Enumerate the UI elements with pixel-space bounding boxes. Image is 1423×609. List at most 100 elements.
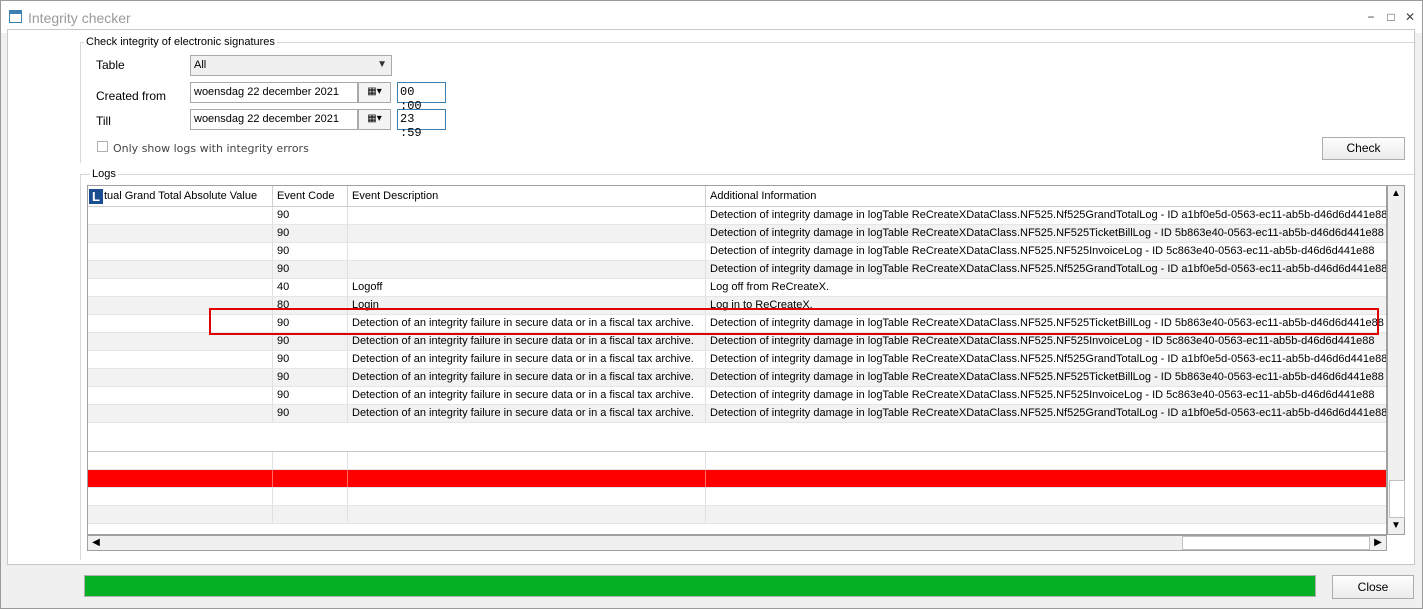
close-button[interactable]: Close	[1332, 575, 1414, 599]
till-label: Till	[96, 114, 111, 128]
empty-cell	[88, 452, 273, 469]
scroll-left-arrow-icon[interactable]: ◀	[88, 536, 104, 550]
table-select-value: All	[194, 59, 207, 71]
cell-desc	[348, 207, 706, 224]
cell-code: 90	[273, 387, 348, 404]
criteria-group-label: Check integrity of electronic signatures	[84, 36, 277, 48]
empty-cell	[273, 470, 348, 487]
only-errors-label: Only show logs with integrity errors	[113, 142, 309, 155]
column-header-value-label: tual Grand Total Absolute Value	[104, 190, 258, 202]
empty-cell	[706, 470, 1386, 487]
column-header-value[interactable]: Ltual Grand Total Absolute Value	[88, 186, 273, 206]
created-from-calendar-button[interactable]: ▦▾	[358, 82, 391, 103]
created-from-time-field[interactable]: 00 :00	[397, 82, 446, 113]
table-row[interactable]: 90 Detection of an integrity failure in s…	[88, 405, 1387, 423]
maximize-button[interactable]: □	[1383, 9, 1399, 25]
cell-code: 90	[273, 261, 348, 278]
highlighted-row-outline	[209, 308, 1379, 335]
vertical-scroll-thumb[interactable]	[1389, 480, 1405, 518]
empty-cell	[273, 452, 348, 469]
minimize-button[interactable]: −	[1363, 9, 1379, 25]
cell-desc: Detection of an integrity failure in sec…	[348, 333, 706, 350]
empty-row[interactable]	[88, 452, 1386, 470]
table-row[interactable]: 90 Detection of integrity damage in logTa…	[88, 243, 1386, 261]
cell-code: 90	[273, 243, 348, 260]
empty-cell	[273, 488, 348, 505]
cell-info: Detection of integrity damage in logTabl…	[710, 335, 1375, 347]
column-header-event-description[interactable]: Event Description	[348, 186, 706, 206]
cell-desc: Detection of an integrity failure in sec…	[348, 405, 706, 422]
horizontal-scroll-thumb[interactable]	[1182, 536, 1370, 550]
table-row[interactable]: 90 Detection of an integrity failure in s…	[88, 333, 1386, 351]
cell-info: Detection of integrity damage in logTabl…	[710, 389, 1375, 401]
empty-cell	[348, 452, 706, 469]
table-row[interactable]: 90 Detection of an integrity failure in s…	[88, 351, 1387, 369]
table-row[interactable]: 90 Detection of an integrity failure in s…	[88, 369, 1386, 387]
cell-code: 90	[273, 225, 348, 242]
empty-cell	[706, 452, 1386, 469]
cell-value	[88, 369, 273, 386]
till-date-field[interactable]: woensdag 22 december 2021	[190, 109, 358, 130]
till-calendar-button[interactable]: ▦▾	[358, 109, 391, 130]
table-section-divider	[88, 451, 1386, 452]
empty-cell	[273, 506, 348, 523]
empty-cell	[706, 506, 1386, 523]
table-row[interactable]: 90 Detection of integrity damage in logTa…	[88, 225, 1386, 243]
vertical-scrollbar[interactable]: ▲ ▼	[1387, 185, 1405, 535]
cell-info: Detection of integrity damage in logTabl…	[710, 245, 1375, 257]
cell-info: Detection of integrity damage in logTabl…	[710, 227, 1384, 239]
chevron-down-icon: ▼	[377, 59, 387, 70]
created-from-date-field[interactable]: woensdag 22 december 2021	[190, 82, 358, 103]
cell-desc: Detection of an integrity failure in sec…	[348, 387, 706, 404]
created-from-label: Created from	[96, 89, 167, 103]
table-row[interactable]: 90 Detection of integrity damage in logTa…	[88, 261, 1386, 279]
scroll-down-arrow-icon[interactable]: ▼	[1388, 519, 1404, 533]
cell-value	[88, 279, 273, 296]
layout-badge-icon[interactable]: L	[89, 188, 103, 204]
logs-table[interactable]: Ltual Grand Total Absolute Value Event C…	[87, 185, 1387, 535]
cell-desc: Detection of an integrity failure in sec…	[348, 351, 706, 368]
cell-desc: Logoff	[348, 279, 706, 296]
table-row[interactable]: 90 Detection of an integrity failure in s…	[88, 387, 1386, 405]
column-header-additional-information[interactable]: Additional Information	[706, 186, 1386, 206]
cell-value	[88, 225, 273, 242]
empty-row[interactable]	[88, 488, 1386, 506]
scroll-up-arrow-icon[interactable]: ▲	[1388, 187, 1404, 201]
only-errors-checkbox[interactable]	[97, 141, 108, 152]
cell-desc	[348, 225, 706, 242]
table-row[interactable]: 40 Logoff Log off from ReCreateX.	[88, 279, 1386, 297]
cell-info: Detection of integrity damage in logTabl…	[710, 407, 1387, 419]
progress-bar	[84, 575, 1316, 597]
close-window-button[interactable]: ✕	[1402, 9, 1418, 25]
cell-code: 40	[273, 279, 348, 296]
till-time-field[interactable]: 23 :59	[397, 109, 446, 140]
table-select[interactable]: All ▼	[190, 55, 392, 76]
table-label: Table	[96, 58, 125, 72]
empty-cell	[88, 488, 273, 505]
cell-code: 90	[273, 351, 348, 368]
cell-value	[88, 243, 273, 260]
empty-cell	[348, 506, 706, 523]
cell-code: 90	[273, 207, 348, 224]
cell-info: Detection of integrity damage in logTabl…	[710, 353, 1387, 365]
cell-value	[88, 351, 273, 368]
empty-cell	[88, 506, 273, 523]
window-title: Integrity checker	[28, 10, 131, 26]
cell-desc	[348, 261, 706, 278]
table-header: Ltual Grand Total Absolute Value Event C…	[88, 186, 1386, 207]
horizontal-scrollbar[interactable]: ◀ ▶	[87, 535, 1387, 551]
column-header-event-code[interactable]: Event Code	[273, 186, 348, 206]
calendar-icon: ▦▾	[367, 113, 382, 124]
cell-value	[88, 387, 273, 404]
table-row[interactable]: 90 Detection of integrity damage in logTa…	[88, 207, 1386, 225]
empty-row[interactable]	[88, 506, 1386, 524]
empty-cell	[348, 470, 706, 487]
check-button[interactable]: Check	[1322, 137, 1405, 160]
cell-value	[88, 207, 273, 224]
cell-value	[88, 405, 273, 422]
cell-desc: Detection of an integrity failure in sec…	[348, 369, 706, 386]
integrity-checker-window: Integrity checker − □ ✕ Check integrity …	[0, 0, 1423, 609]
error-row[interactable]	[88, 470, 1386, 488]
scroll-right-arrow-icon[interactable]: ▶	[1370, 536, 1386, 550]
cell-code: 90	[273, 405, 348, 422]
